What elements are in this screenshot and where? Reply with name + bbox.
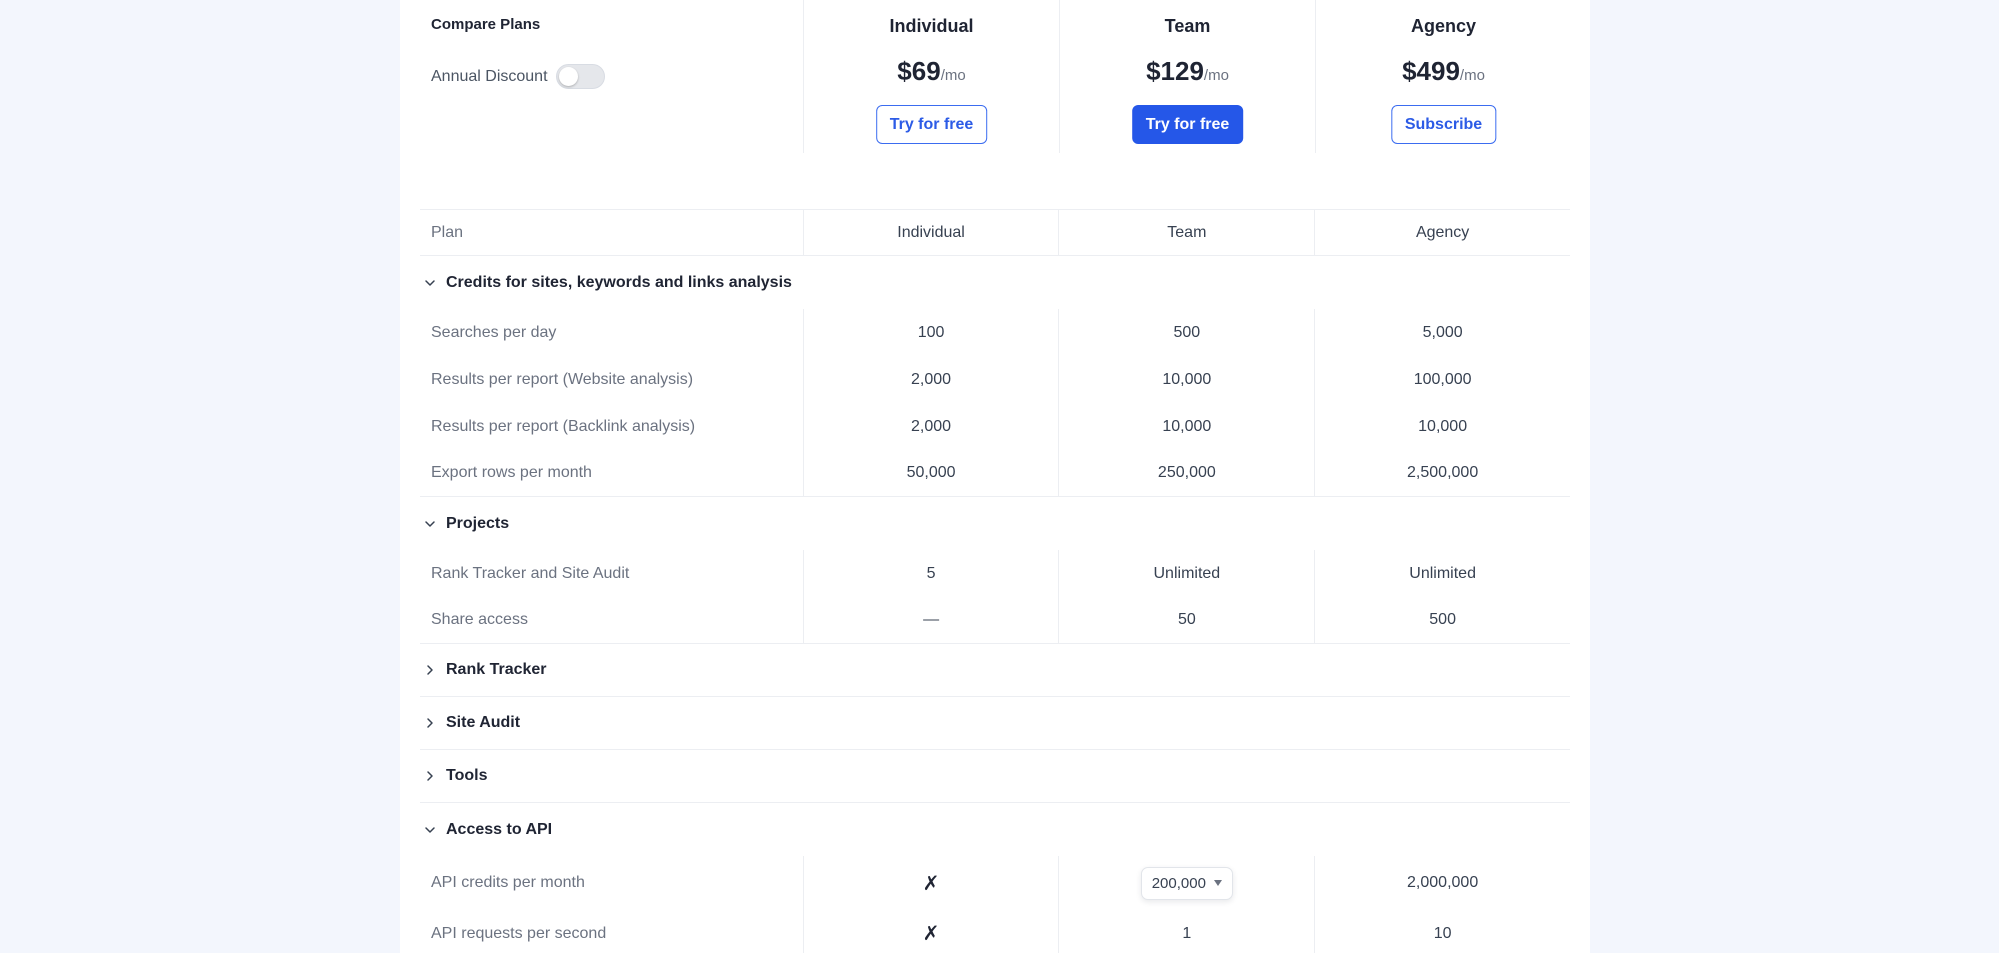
feature-value: 10 [1314,910,1570,953]
section-title: Projects [446,514,510,532]
feature-value: 5,000 [1314,309,1570,356]
chevron-down-icon [424,824,436,836]
feature-value: 2,000 [802,403,1059,450]
price-period: /mo [1459,67,1485,84]
feature-value: 10,000 [1058,403,1314,450]
table-row: Share access — 50 500 [420,597,1570,644]
section-credits-toggle[interactable]: Credits for sites, keywords and links an… [420,256,1570,309]
table-row: API requests per second ✗ 1 10 [420,910,1570,953]
table-header-col: Individual [802,210,1059,255]
section-title: Access to API [446,820,553,838]
price-amount: $69 [897,56,941,86]
plan-price: $69/mo [804,56,1059,87]
table-row: Rank Tracker and Site Audit 5 Unlimited … [420,550,1570,597]
price-period: /mo [1203,67,1229,84]
cross-icon: ✗ [922,872,940,895]
feature-label: Export rows per month [431,464,592,481]
chevron-right-icon [424,770,436,782]
feature-label: Results per report (Backlink analysis) [431,417,696,435]
plan-name: Individual [889,16,974,36]
plan-price: $499/mo [1316,56,1571,87]
price-period: /mo [940,67,966,84]
feature-value: 5 [802,550,1059,597]
feature-label: Share access [431,611,528,628]
section-api-toggle[interactable]: Access to API [420,803,1570,856]
pricing-header: Compare Plans Annual Discount Individual… [420,0,1570,153]
plan-price: $129/mo [1060,56,1315,87]
team-try-free-button[interactable]: Try for free [1131,105,1244,144]
table-row: Searches per day 100 500 5,000 [420,309,1570,356]
table-row: Results per report (Website analysis) 2,… [420,356,1570,403]
plan-name: Team [1164,16,1211,36]
section-rank-tracker-toggle[interactable]: Rank Tracker [420,644,1570,697]
section-site-audit-toggle[interactable]: Site Audit [420,697,1570,750]
cross-icon: ✗ [922,923,940,945]
chevron-right-icon [424,717,436,729]
annual-discount-toggle[interactable] [555,64,605,89]
feature-label: Results per report (Website analysis) [431,370,694,388]
chevron-right-icon [424,664,436,676]
pricing-inner: Compare Plans Annual Discount Individual… [420,0,1570,953]
plan-column-individual: Individual $69/mo Try for free [803,0,1059,153]
section-title: Site Audit [446,714,521,731]
feature-label: API requests per second [431,924,607,942]
comparison-table: Plan Individual Team Agency Credits for … [420,209,1570,953]
section-title: Tools [446,767,488,784]
feature-value: ✗ [802,910,1059,953]
section-tools-toggle[interactable]: Tools [420,750,1570,803]
table-header-col: Team [1058,210,1314,255]
toggle-knob [558,67,578,86]
feature-value: 10,000 [1314,403,1570,450]
price-amount: $129 [1146,56,1204,86]
feature-value: Unlimited [1058,550,1314,597]
agency-subscribe-button[interactable]: Subscribe [1390,105,1497,144]
annual-discount-label: Annual Discount [431,67,548,85]
feature-value: 2,500,000 [1314,450,1570,496]
plan-column-team: Team $129/mo Try for free [1059,0,1315,153]
feature-value: 50 [1058,597,1314,643]
table-row: Results per report (Backlink analysis) 2… [420,403,1570,450]
feature-value: 100,000 [1314,356,1570,403]
feature-value: 200,000 [1058,856,1314,910]
feature-value: 250,000 [1058,450,1314,496]
feature-label: Rank Tracker and Site Audit [431,564,630,582]
table-header-row: Plan Individual Team Agency [420,209,1570,256]
feature-label: Searches per day [431,323,557,341]
plan-column-agency: Agency $499/mo Subscribe [1315,0,1571,153]
page-title: Compare Plans [431,16,541,33]
feature-value: 500 [1314,597,1570,643]
feature-value: 500 [1058,309,1314,356]
table-row: Export rows per month 50,000 250,000 2,5… [420,450,1570,497]
select-value: 200,000 [1151,874,1206,892]
feature-label: API credits per month [431,874,585,891]
annual-discount-row: Annual Discount [431,64,605,89]
price-amount: $499 [1402,56,1460,86]
table-header-label: Plan [431,223,464,241]
section-projects-toggle[interactable]: Projects [420,497,1570,550]
feature-value: 2,000,000 [1314,856,1570,910]
plan-name: Agency [1410,16,1477,36]
feature-value: 2,000 [802,356,1059,403]
table-row: API credits per month ✗ 200,000 2,000,00… [420,856,1570,910]
feature-value: ✗ [802,856,1059,910]
api-credits-select[interactable]: 200,000 [1140,866,1233,900]
caret-down-icon [1213,880,1222,886]
feature-value: 50,000 [802,450,1059,496]
chevron-down-icon [424,518,436,530]
section-title: Credits for sites, keywords and links an… [446,273,792,291]
section-title: Rank Tracker [446,661,547,678]
feature-value: 100 [802,309,1059,356]
feature-value: 10,000 [1058,356,1314,403]
feature-value: Unlimited [1314,550,1570,597]
feature-value: 1 [1058,910,1314,953]
feature-value: — [802,597,1059,643]
table-header-col: Agency [1314,210,1570,255]
individual-try-free-button[interactable]: Try for free [875,105,988,144]
pricing-card: Compare Plans Annual Discount Individual… [400,0,1590,953]
chevron-down-icon [424,277,436,289]
header-left: Compare Plans Annual Discount [431,0,793,153]
